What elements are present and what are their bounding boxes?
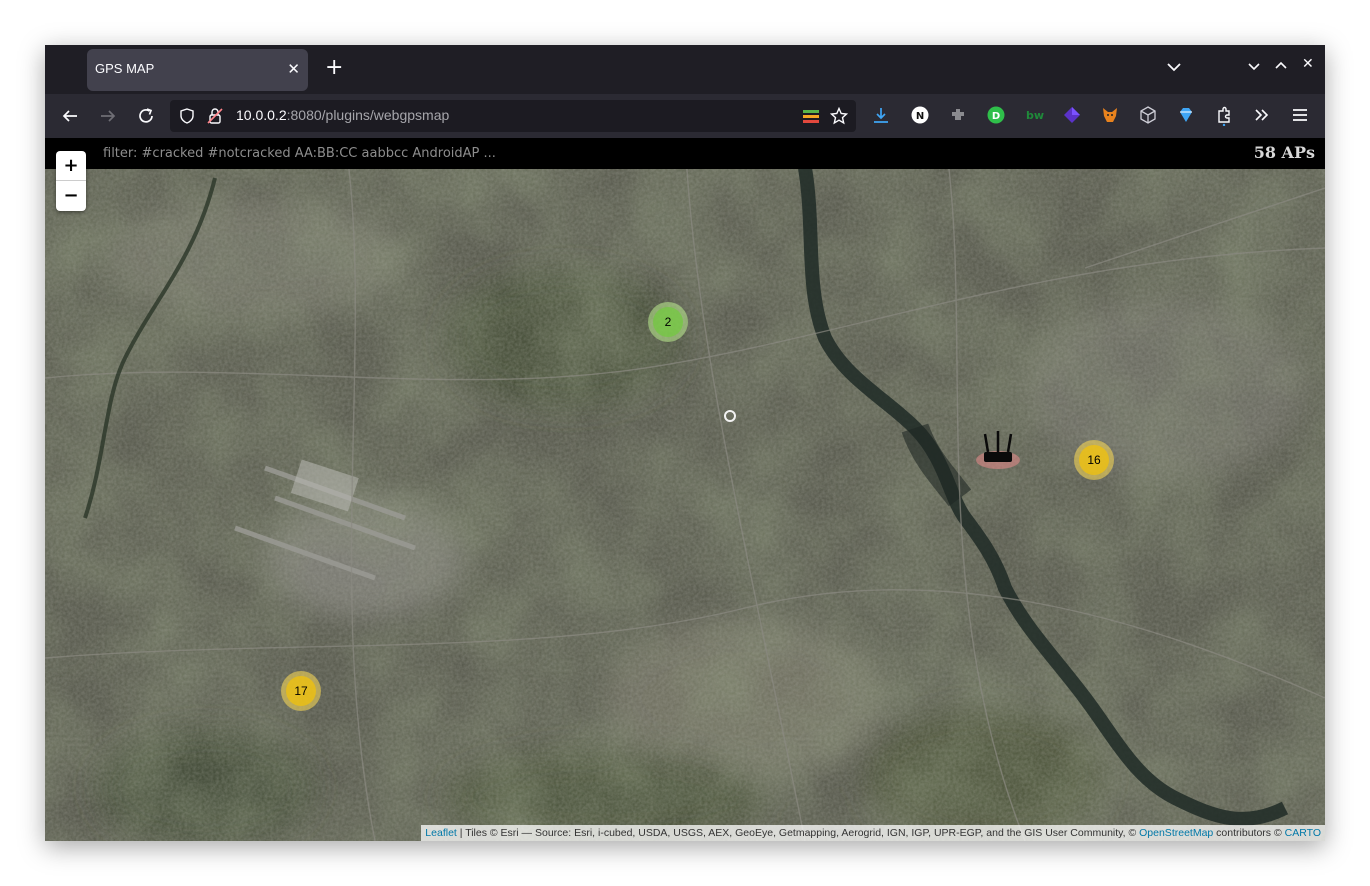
navigation-toolbar: 10.0.0.2:8080/plugins/webgpsmap N D bw [45, 94, 1325, 138]
zoom-control: + − [56, 151, 86, 211]
overflow-menu-icon[interactable] [1253, 106, 1271, 124]
diamond-extension-icon[interactable] [1177, 106, 1195, 124]
cluster-count: 17 [286, 676, 316, 706]
contributors-text: contributors © [1213, 827, 1285, 839]
tab-strip: GPS MAP ✕ + ✕ [45, 45, 1325, 94]
close-tab-icon[interactable]: ✕ [287, 60, 300, 78]
downloads-icon[interactable] [872, 106, 890, 124]
url-text[interactable]: 10.0.0.2:8080/plugins/webgpsmap [236, 107, 449, 123]
zoom-out-button[interactable]: − [56, 181, 86, 211]
satellite-map[interactable] [45, 138, 1325, 841]
metamask-fox-icon[interactable] [1101, 106, 1119, 124]
minimize-icon[interactable] [1248, 59, 1260, 75]
location-marker-icon[interactable] [724, 410, 736, 422]
filter-bar: 58 APs [45, 138, 1325, 169]
map-attribution: Leaflet | Tiles © Esri — Source: Esri, i… [421, 825, 1325, 841]
list-all-tabs-icon[interactable] [1167, 57, 1181, 76]
tab-gps-map[interactable]: GPS MAP ✕ [87, 49, 308, 91]
tracking-protection-icon[interactable] [179, 108, 195, 128]
attribution-separator: | [456, 827, 466, 839]
reader-view-icon[interactable] [802, 108, 820, 128]
notion-extension-icon[interactable]: N [911, 106, 929, 124]
leaflet-link[interactable]: Leaflet [425, 827, 457, 839]
hamburger-menu-icon[interactable] [1291, 106, 1309, 124]
bw-extension-icon[interactable]: bw [1025, 106, 1044, 124]
cluster-count: 16 [1079, 445, 1109, 475]
purple-cube-extension-icon[interactable] [1063, 106, 1081, 124]
back-icon[interactable] [60, 106, 80, 126]
tab-title: GPS MAP [95, 61, 155, 76]
openstreetmap-link[interactable]: OpenStreetMap [1139, 827, 1213, 839]
svg-text:N: N [916, 111, 924, 122]
url-path: :8080/plugins/webgpsmap [286, 107, 450, 123]
carto-link[interactable]: CARTO [1285, 827, 1321, 839]
browser-window: GPS MAP ✕ + ✕ 10.0.0.2:8080/plugins/webg… [45, 45, 1325, 841]
close-window-icon[interactable]: ✕ [1302, 56, 1314, 72]
extensions-icon[interactable] [1215, 106, 1233, 127]
box-extension-icon[interactable] [1139, 106, 1157, 124]
cluster-marker[interactable]: 17 [281, 671, 321, 711]
maximize-icon[interactable] [1275, 59, 1287, 75]
forward-icon[interactable] [98, 106, 118, 126]
insecure-lock-icon[interactable] [207, 107, 223, 129]
cluster-count: 2 [653, 307, 683, 337]
router-marker-icon[interactable] [975, 430, 1021, 470]
map-page: 58 APs + − 2 16 17 Leaflet | Tiles [45, 138, 1325, 841]
url-host: 10.0.0.2 [236, 107, 287, 123]
cluster-marker[interactable]: 2 [648, 302, 688, 342]
reload-icon[interactable] [136, 106, 156, 126]
new-tab-icon[interactable]: + [325, 55, 343, 80]
svg-text:bw: bw [1026, 109, 1044, 122]
zoom-in-button[interactable]: + [56, 151, 86, 181]
cluster-marker[interactable]: 16 [1074, 440, 1114, 480]
ap-count: 58 APs [1253, 143, 1315, 162]
id-extension-icon[interactable]: D [987, 106, 1005, 124]
filter-input[interactable] [100, 143, 806, 163]
tiles-attribution: Tiles © Esri — Source: Esri, i-cubed, US… [465, 827, 1140, 839]
url-bar[interactable]: 10.0.0.2:8080/plugins/webgpsmap [170, 100, 856, 132]
svg-text:D: D [992, 111, 1000, 122]
puzzle-extension-icon[interactable] [949, 106, 967, 124]
bookmark-star-icon[interactable] [829, 106, 849, 129]
